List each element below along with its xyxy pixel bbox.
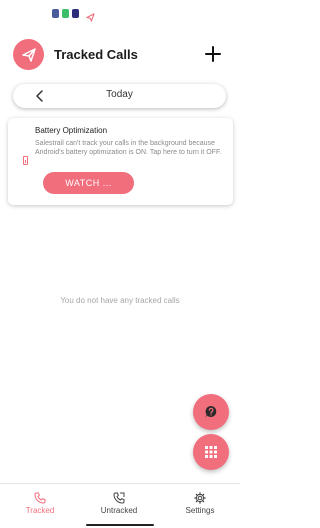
messages-icon [72, 9, 79, 18]
dialpad-icon [204, 445, 218, 459]
add-call-button[interactable] [203, 44, 223, 64]
help-bubble-icon [204, 405, 218, 419]
home-indicator [86, 524, 154, 526]
date-selector: Today [13, 84, 226, 108]
status-bar [0, 0, 240, 26]
plus-icon [203, 44, 223, 69]
phone-outgoing-icon [113, 491, 125, 504]
banner-title: Battery Optimization [35, 126, 108, 135]
page-title: Tracked Calls [54, 47, 138, 62]
app-header: Tracked Calls [0, 36, 240, 76]
nav-tracked-label: Tracked [25, 506, 55, 515]
whatsapp-icon [62, 9, 69, 18]
help-button[interactable] [193, 394, 229, 430]
gear-icon [194, 491, 206, 504]
app-logo [13, 39, 44, 70]
nav-untracked[interactable]: Untracked [89, 491, 149, 515]
battery-optimization-banner[interactable]: Battery Optimization Salestrail can't tr… [8, 118, 233, 205]
nav-settings-label: Settings [185, 506, 215, 515]
app-notification-icon [52, 9, 59, 18]
bottom-navigation: Tracked Untracked Settings [0, 483, 240, 528]
dialpad-button[interactable] [193, 434, 229, 470]
paper-plane-icon [86, 9, 95, 22]
paper-plane-icon [21, 47, 37, 63]
phone-icon [34, 491, 46, 504]
empty-state-text: You do not have any tracked calls [60, 296, 180, 305]
status-icons [52, 9, 95, 22]
nav-tracked[interactable]: Tracked [10, 491, 70, 515]
banner-message: Salestrail can't track your calls in the… [35, 140, 222, 156]
watch-button[interactable]: WATCH ... [43, 172, 134, 194]
nav-settings[interactable]: Settings [170, 491, 230, 515]
date-label: Today [106, 89, 133, 100]
nav-untracked-label: Untracked [100, 506, 138, 515]
battery-icon [23, 156, 28, 165]
